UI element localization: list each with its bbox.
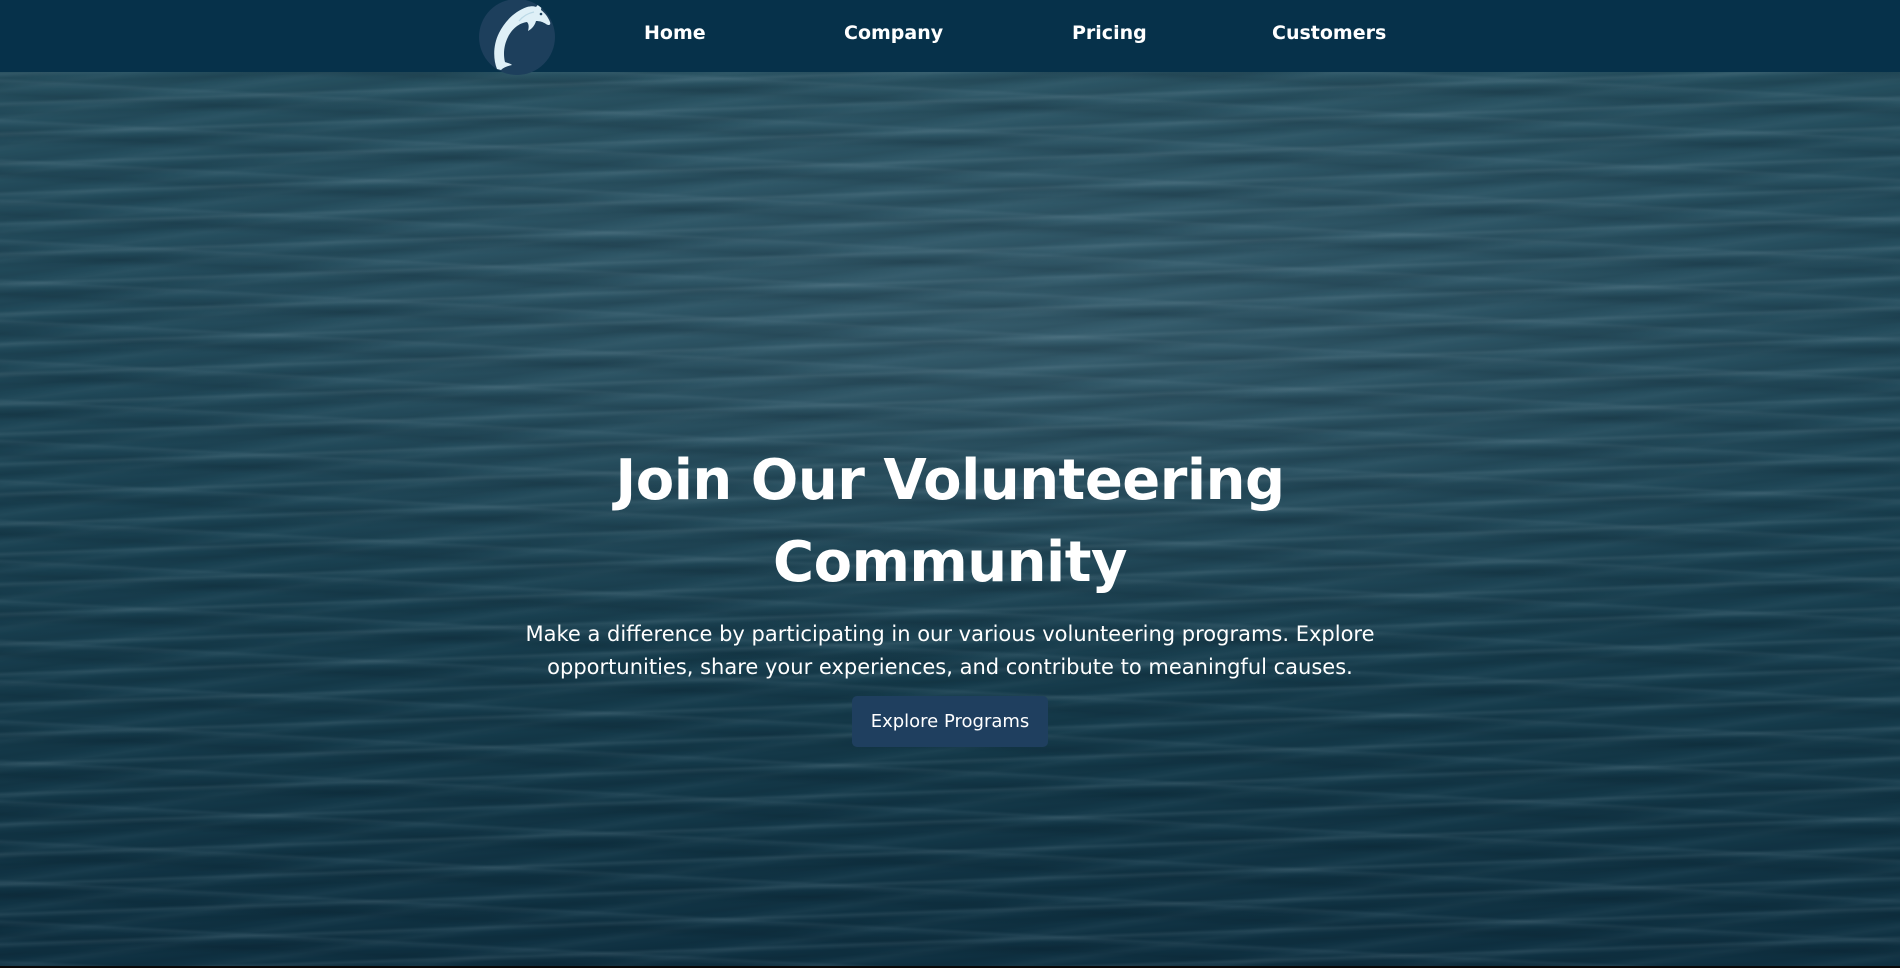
dolphin-icon: [494, 3, 551, 70]
page: Home Company Pricing Customers Join Our …: [0, 0, 1900, 968]
hero-title: Join Our Volunteering Community: [615, 448, 1285, 595]
nav-item-pricing[interactable]: Pricing: [1072, 22, 1147, 44]
nav-item-company[interactable]: Company: [844, 22, 943, 44]
nav-item-customers[interactable]: Customers: [1272, 22, 1386, 44]
navbar: Home Company Pricing Customers: [0, 0, 1900, 75]
logo[interactable]: [479, 0, 555, 75]
explore-programs-button[interactable]: Explore Programs: [852, 696, 1048, 747]
nav-item-home[interactable]: Home: [644, 22, 706, 44]
hero-subtitle: Make a difference by participating in ou…: [525, 622, 1375, 679]
